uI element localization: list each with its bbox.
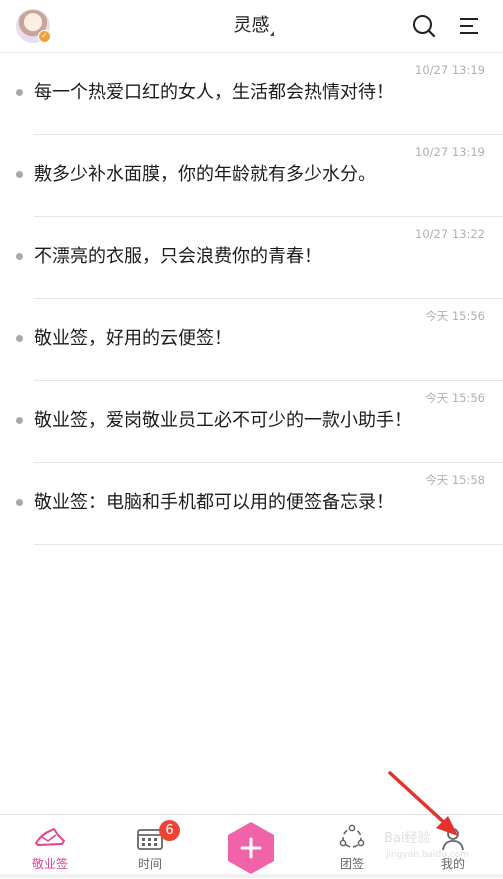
- note-text: 每一个热爱口红的女人，生活都会热情对待！: [34, 82, 394, 103]
- note-item[interactable]: 10/27 13:19 敷多少补水面膜，你的年龄就有多少水分。: [16, 135, 503, 217]
- note-item[interactable]: 10/27 13:19 每一个热爱口红的女人，生活都会热情对待！: [16, 53, 503, 135]
- notification-badge: 6: [159, 820, 180, 841]
- top-bar: ✓ 灵感: [0, 0, 503, 53]
- note-text: 不漂亮的衣服，只会浪费你的青春！: [34, 246, 322, 267]
- note-item[interactable]: 今天 15:58 敬业签：电脑和手机都可以用的便签备忘录！: [16, 463, 503, 545]
- note-time: 今天 15:58: [425, 473, 485, 487]
- note-text: 敬业签，爱岗敬业员工必不可少的一款小助手！: [34, 410, 412, 431]
- notes-list: 10/27 13:19 每一个热爱口红的女人，生活都会热情对待！ 10/27 1…: [0, 53, 503, 545]
- bullet-dot-icon: [16, 253, 23, 260]
- bullet-dot-icon: [16, 417, 23, 424]
- tab-time[interactable]: 6 时间: [100, 815, 200, 879]
- tab-label: 时间: [137, 857, 162, 871]
- note-item[interactable]: 今天 15:56 敬业签，爱岗敬业员工必不可少的一款小助手！: [16, 381, 503, 463]
- note-text: 敷多少补水面膜，你的年龄就有多少水分。: [34, 164, 376, 185]
- note-text: 敬业签，好用的云便签！: [34, 328, 232, 349]
- tab-label: 敬业签: [31, 857, 68, 871]
- search-icon[interactable]: [411, 13, 437, 39]
- watermark-text: Bai经验: [384, 831, 431, 846]
- note-text: 敬业签：电脑和手机都可以用的便签备忘录！: [34, 492, 394, 513]
- bottom-edge: [0, 874, 503, 878]
- tab-jingyeqian[interactable]: 敬业签: [0, 815, 100, 879]
- tab-team[interactable]: 团签: [302, 815, 402, 879]
- team-icon: [339, 824, 365, 848]
- note-item[interactable]: 今天 15:56 敬业签，好用的云便签！: [16, 299, 503, 381]
- pen-hat-icon: [35, 828, 65, 846]
- bullet-dot-icon: [16, 499, 23, 506]
- bullet-dot-icon: [16, 171, 23, 178]
- menu-icon[interactable]: [458, 15, 480, 37]
- user-icon: [442, 828, 464, 851]
- note-time: 10/27 13:19: [415, 63, 485, 77]
- note-time: 10/27 13:19: [415, 145, 485, 159]
- add-button[interactable]: [226, 821, 276, 875]
- note-time: 10/27 13:22: [415, 227, 485, 241]
- bullet-dot-icon: [16, 89, 23, 96]
- note-item[interactable]: 10/27 13:22 不漂亮的衣服，只会浪费你的青春！: [16, 217, 503, 299]
- note-time: 今天 15:56: [425, 391, 485, 405]
- bullet-dot-icon: [16, 335, 23, 342]
- title-dropdown-icon[interactable]: [270, 31, 274, 36]
- tab-mine[interactable]: 我的: [403, 815, 503, 879]
- watermark-url: jingyan.baidu.com: [386, 850, 470, 860]
- note-time: 今天 15:56: [425, 309, 485, 323]
